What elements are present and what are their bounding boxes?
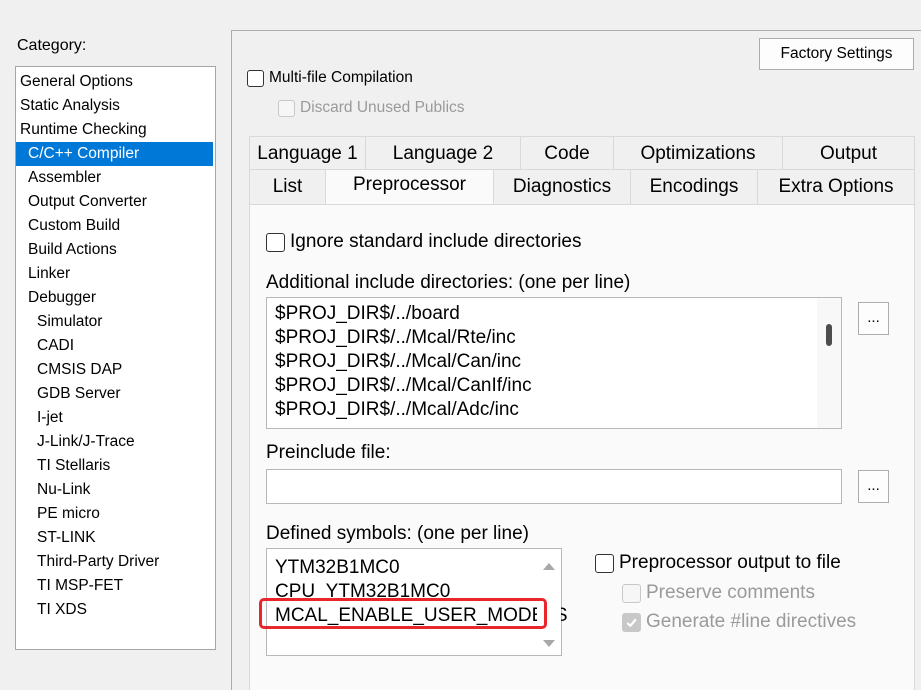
ignore-std-include-option[interactable]: Ignore standard include directories: [266, 231, 582, 253]
check-icon: [626, 618, 637, 627]
category-item[interactable]: Assembler: [16, 166, 215, 190]
tabs-row-1: Language 1 Language 2 Code Optimizations…: [249, 136, 915, 170]
preserve-comments-option[interactable]: Preserve comments: [622, 582, 815, 604]
include-dirs-lines: $PROJ_DIR$/../board $PROJ_DIR$/../Mcal/Rt…: [275, 302, 532, 422]
category-item[interactable]: CMSIS DAP: [16, 358, 215, 382]
tab-language-1[interactable]: Language 1: [249, 136, 366, 170]
category-item[interactable]: Debugger: [16, 286, 215, 310]
include-dir-line: $PROJ_DIR$/../Mcal/Adc/inc: [275, 399, 519, 420]
scroll-down-arrow-icon[interactable]: [543, 640, 555, 647]
include-dirs-browse-button[interactable]: ...: [858, 302, 889, 335]
tab-preprocessor[interactable]: Preprocessor: [326, 169, 494, 204]
highlight-annotation: [259, 598, 547, 629]
multi-file-compilation-checkbox[interactable]: [247, 69, 264, 87]
category-item[interactable]: TI XDS: [16, 598, 215, 622]
category-list[interactable]: General Options Static Analysis Runtime Ch…: [15, 66, 216, 650]
preserve-comments-label: Preserve comments: [646, 582, 815, 603]
tab-code[interactable]: Code: [521, 136, 614, 170]
category-item[interactable]: Runtime Checking: [16, 118, 215, 142]
category-item[interactable]: Output Converter: [16, 190, 215, 214]
category-item[interactable]: J-Link/J-Trace: [16, 430, 215, 454]
preserve-comments-checkbox[interactable]: [622, 583, 641, 603]
category-item[interactable]: Nu-Link: [16, 478, 215, 502]
category-item[interactable]: ST-LINK: [16, 526, 215, 550]
discard-unused-publics-label: Discard Unused Publics: [300, 99, 465, 116]
include-dir-line: $PROJ_DIR$/../Mcal/Rte/inc: [275, 327, 516, 348]
tabs-row-2: List Preprocessor Diagnostics Encodings …: [249, 169, 915, 204]
category-label: Category:: [17, 37, 87, 54]
tab-extra-options[interactable]: Extra Options: [758, 169, 915, 204]
preprocessor-output-label: Preprocessor output to file: [619, 552, 841, 573]
category-item[interactable]: Build Actions: [16, 238, 215, 262]
factory-settings-button[interactable]: Factory Settings: [759, 38, 914, 70]
discard-unused-publics-checkbox[interactable]: [278, 99, 295, 117]
category-item[interactable]: TI Stellaris: [16, 454, 215, 478]
include-dir-line: $PROJ_DIR$/../Mcal/CanIf/inc: [275, 375, 532, 396]
category-item[interactable]: Custom Build: [16, 214, 215, 238]
scroll-up-arrow-icon[interactable]: [543, 563, 555, 570]
preinclude-input[interactable]: [266, 469, 842, 504]
generate-line-checkbox[interactable]: [622, 612, 641, 632]
tab-language-2[interactable]: Language 2: [366, 136, 521, 170]
include-dirs-textarea[interactable]: $PROJ_DIR$/../board $PROJ_DIR$/../Mcal/Rt…: [266, 297, 842, 429]
multi-file-compilation-option[interactable]: Multi-file Compilation: [247, 69, 413, 87]
defined-symbols-label: Defined symbols: (one per line): [266, 523, 529, 544]
category-item[interactable]: Linker: [16, 262, 215, 286]
defined-symbol-line: YTM32B1MC0: [275, 557, 400, 578]
multi-file-compilation-label: Multi-file Compilation: [269, 69, 413, 86]
scrollbar-thumb[interactable]: [826, 324, 832, 346]
category-item[interactable]: General Options: [16, 70, 215, 94]
include-dirs-label: Additional include directories: (one per…: [266, 272, 631, 293]
category-item[interactable]: TI MSP-FET: [16, 574, 215, 598]
category-item[interactable]: GDB Server: [16, 382, 215, 406]
category-item[interactable]: PE micro: [16, 502, 215, 526]
preinclude-label: Preinclude file:: [266, 442, 391, 463]
include-dirs-scrollbar[interactable]: [817, 298, 841, 428]
include-dir-line: $PROJ_DIR$/../Mcal/Can/inc: [275, 351, 522, 372]
tab-output[interactable]: Output: [783, 136, 915, 170]
category-item[interactable]: C/C++ Compiler: [16, 142, 213, 166]
ignore-std-include-label: Ignore standard include directories: [290, 231, 582, 252]
category-item[interactable]: Third-Party Driver: [16, 550, 215, 574]
tab-list[interactable]: List: [249, 169, 326, 204]
category-item[interactable]: I-jet: [16, 406, 215, 430]
discard-unused-publics-option[interactable]: Discard Unused Publics: [278, 99, 465, 117]
ignore-std-include-checkbox[interactable]: [266, 232, 285, 252]
tab-diagnostics[interactable]: Diagnostics: [494, 169, 631, 204]
tab-optimizations[interactable]: Optimizations: [614, 136, 783, 170]
preinclude-browse-button[interactable]: ...: [858, 470, 889, 503]
include-dir-line: $PROJ_DIR$/../board: [275, 303, 460, 324]
generate-line-label: Generate #line directives: [646, 611, 857, 632]
tab-encodings[interactable]: Encodings: [631, 169, 758, 204]
generate-line-option[interactable]: Generate #line directives: [622, 611, 856, 633]
category-item[interactable]: CADI: [16, 334, 215, 358]
category-item[interactable]: Static Analysis: [16, 94, 215, 118]
preprocessor-output-checkbox[interactable]: [595, 553, 614, 573]
category-item[interactable]: Simulator: [16, 310, 215, 334]
preprocessor-output-option[interactable]: Preprocessor output to file: [595, 552, 841, 574]
